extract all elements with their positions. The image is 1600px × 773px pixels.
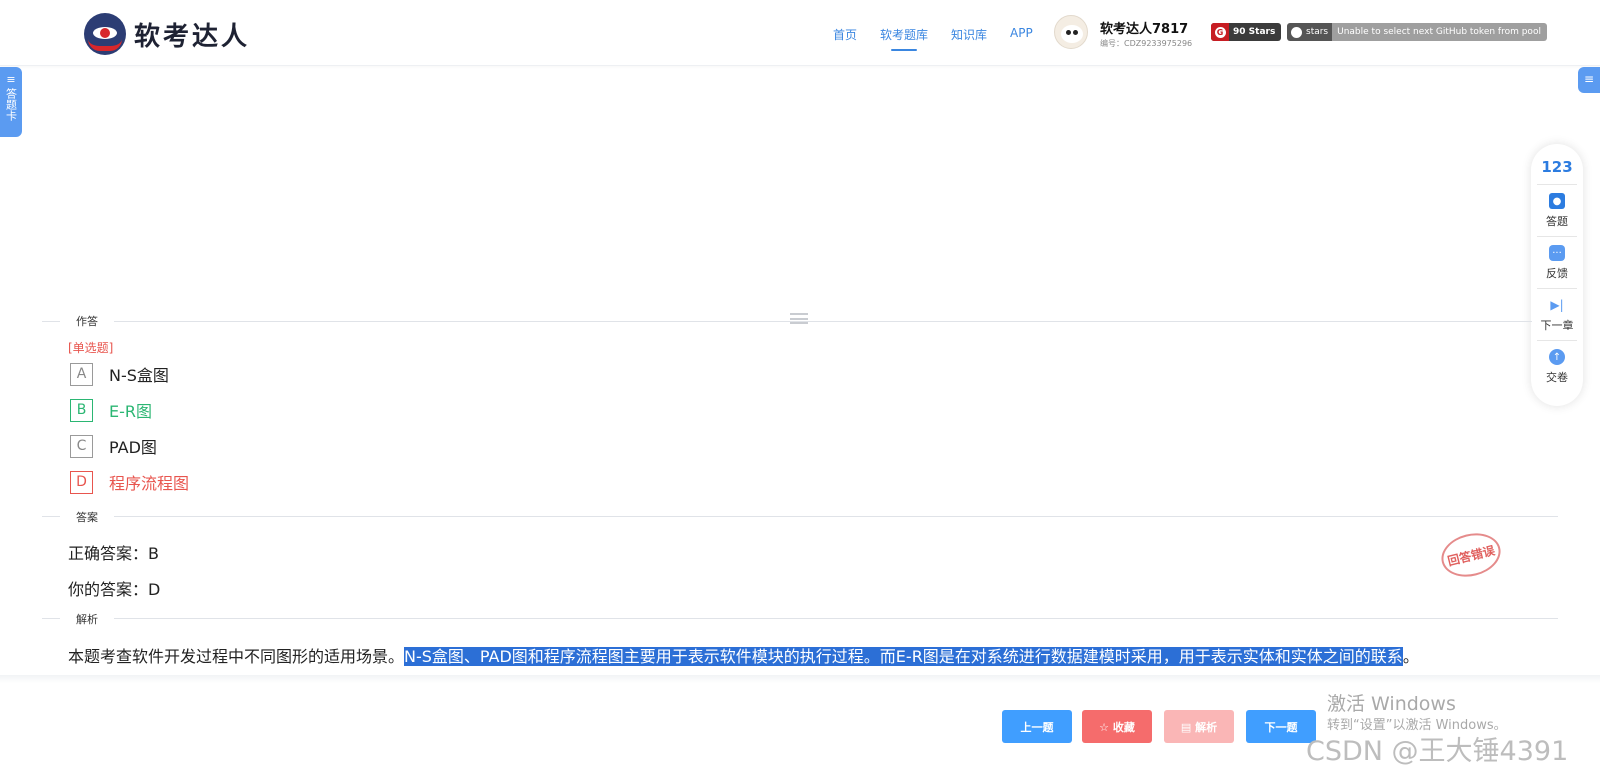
main-nav: 首页 软考题库 知识库 APP (833, 26, 1056, 51)
option-a[interactable]: A N-S盒图 (70, 362, 169, 386)
toolbar-submit-button[interactable]: ↑ 交卷 (1537, 340, 1577, 385)
brand-name: 软考达人 (134, 21, 251, 52)
nav-app[interactable]: APP (1010, 26, 1033, 43)
toolbar-answer-button[interactable]: ● 答题 (1537, 184, 1577, 229)
analysis-label: 解析 (60, 611, 114, 627)
nav-home[interactable]: 首页 (833, 26, 857, 43)
drag-handle-icon[interactable] (790, 313, 808, 324)
option-letter: A (70, 362, 93, 386)
upload-icon: ↑ (1549, 349, 1565, 365)
selected-text: N-S盒图、PAD图和程序流程图主要用于表示软件模块的执行过程。而E-R图是在对… (404, 647, 1403, 666)
chat-icon: ··· (1549, 245, 1565, 261)
toolbar-feedback-button[interactable]: ··· 反馈 (1537, 236, 1577, 281)
option-letter: C (70, 434, 93, 458)
floating-toolbar: 123 ● 答题 ··· 反馈 ▶| 下一章 ↑ 交卷 (1531, 144, 1583, 406)
gitee-stars-badge[interactable]: G 90 Stars (1211, 23, 1282, 41)
option-text: N-S盒图 (109, 366, 169, 385)
divider (42, 516, 1558, 517)
option-c[interactable]: C PAD图 (70, 434, 157, 458)
prev-question-button[interactable]: 上一题 (1002, 710, 1072, 743)
answer-icon: ● (1549, 193, 1565, 209)
option-text: E-R图 (109, 402, 153, 421)
nav-question-bank[interactable]: 软考题库 (880, 26, 928, 51)
your-answer: 你的答案：D (68, 580, 161, 599)
answer-area-label: 作答 (60, 313, 114, 329)
option-text: PAD图 (109, 438, 157, 457)
analysis-button[interactable]: ▤ 解析 (1164, 710, 1234, 743)
user-name[interactable]: 软考达人7817 (1100, 18, 1188, 37)
favorite-button[interactable]: ☆ 收藏 (1082, 710, 1152, 743)
option-letter: B (70, 398, 93, 422)
menu-icon: ≡ (1583, 72, 1595, 86)
toolbar-next-chapter-button[interactable]: ▶| 下一章 (1537, 288, 1577, 333)
skip-next-icon: ▶| (1550, 298, 1564, 312)
answer-card-label: 答题卡 (4, 88, 18, 121)
option-b[interactable]: B E-R图 (70, 398, 152, 422)
option-text: 程序流程图 (109, 474, 190, 493)
divider (42, 618, 1558, 619)
correct-answer: 正确答案：B (68, 544, 159, 563)
windows-activation-title: 激活 Windows (1327, 693, 1456, 715)
github-stars-badge[interactable]: stars Unable to select next GitHub token… (1287, 23, 1547, 41)
gitee-icon: G (1211, 23, 1229, 41)
right-menu-tab[interactable]: ≡ (1578, 67, 1600, 93)
question-count: 123 (1541, 158, 1573, 176)
bottom-bar (0, 675, 1600, 683)
brand-logo[interactable]: 软考达人 (84, 13, 250, 55)
user-id: 编号：CDZ9233975296 (1100, 39, 1193, 48)
nav-knowledge-base[interactable]: 知识库 (951, 26, 987, 43)
csdn-watermark: CSDN @王大锤4391 (1306, 736, 1569, 767)
analysis-text: 本题考查软件开发过程中不同图形的适用场景。N-S盒图、PAD图和程序流程图主要用… (68, 647, 1419, 666)
logo-eye-icon (84, 13, 126, 55)
top-header: 软考达人 首页 软考题库 知识库 APP 软考达人7817 编号：CDZ9233… (0, 0, 1600, 66)
answer-label: 答案 (60, 509, 114, 525)
option-d[interactable]: D 程序流程图 (70, 470, 189, 494)
answer-card-tab[interactable]: ≡ 答题卡 (0, 67, 22, 137)
user-avatar[interactable] (1054, 15, 1088, 49)
wrong-answer-stamp: 回答错误 (1436, 527, 1506, 583)
divider (42, 321, 1532, 322)
question-type: [单选题] (68, 341, 114, 355)
github-icon (1291, 26, 1302, 38)
menu-icon: ≡ (6, 73, 16, 86)
option-letter: D (70, 470, 93, 494)
